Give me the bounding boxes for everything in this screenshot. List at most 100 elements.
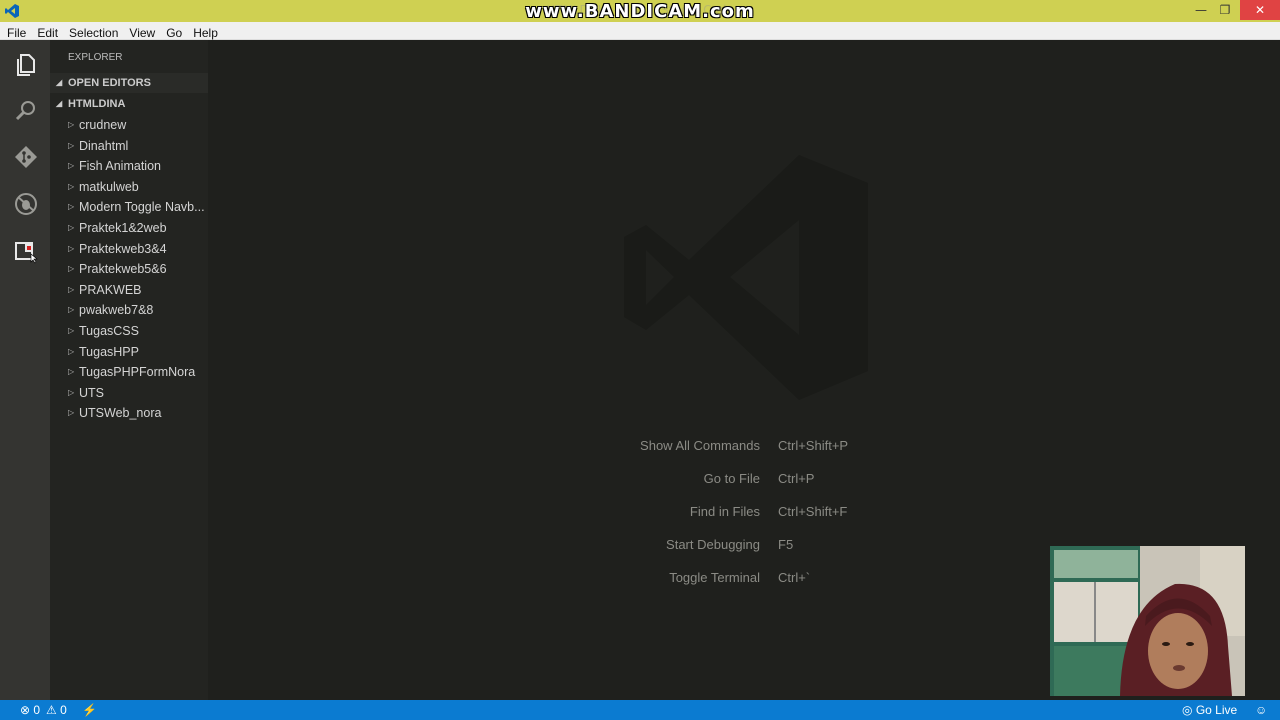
folder-label: matkulweb: [79, 179, 139, 194]
broadcast-icon: ◎: [1182, 703, 1193, 717]
chevron-right-icon: ▷: [68, 346, 75, 356]
folder-label: crudnew: [79, 118, 127, 132]
folder-item[interactable]: ▷ Praktekweb3&4: [50, 239, 208, 259]
shortcut-label: Show All Commands: [640, 438, 760, 453]
folder-label: Praktekweb3&4: [79, 241, 167, 256]
menu-file[interactable]: File: [3, 24, 30, 40]
close-button[interactable]: ✕: [1240, 0, 1280, 20]
folder-label: Dinahtml: [79, 138, 129, 153]
chevron-right-icon: ▷: [68, 284, 75, 294]
chevron-right-icon: ▷: [68, 387, 75, 397]
folder-label: TugasPHPFormNora: [79, 365, 196, 380]
expanded-triangle-icon: ◢: [56, 78, 63, 87]
open-editors-label: OPEN EDITORS: [68, 77, 151, 89]
chevron-right-icon: ▷: [68, 202, 75, 212]
chevron-right-icon: ▷: [68, 120, 75, 129]
folder-item[interactable]: ▷ Praktekweb5&6: [50, 259, 208, 279]
lightning-icon[interactable]: ⚡: [82, 703, 97, 717]
explorer-icon[interactable]: [13, 52, 39, 78]
expanded-triangle-icon: ◢: [56, 99, 63, 108]
folder-item[interactable]: ▷ UTSWeb_nora: [50, 403, 208, 423]
folder-item[interactable]: ▷ PRAKWEB: [50, 280, 208, 300]
chevron-right-icon: ▷: [68, 367, 75, 377]
maximize-button[interactable]: ❐: [1212, 0, 1238, 20]
shortcut-show-all-commands[interactable]: Show All Commands Ctrl+Shift+P: [208, 438, 1280, 458]
shortcut-go-to-file[interactable]: Go to File Ctrl+P: [208, 471, 1280, 491]
chevron-right-icon: ▷: [68, 243, 75, 253]
folder-label: Praktek1&2web: [79, 221, 167, 235]
folder-item[interactable]: ▷ pwakweb7&8: [50, 300, 208, 320]
folder-label: TugasHPP: [79, 344, 139, 359]
chevron-right-icon: ▷: [68, 161, 75, 171]
folder-item[interactable]: ▷ Praktek1&2web: [50, 218, 208, 238]
folder-item[interactable]: ▷ Fish Animation: [50, 156, 208, 176]
source-control-icon[interactable]: [13, 144, 39, 170]
folder-label: PRAKWEB: [79, 282, 142, 297]
shortcut-label: Go to File: [703, 471, 760, 486]
warnings-indicator[interactable]: ⚠ 0: [46, 703, 67, 717]
extensions-icon[interactable]: [13, 238, 39, 264]
minimize-button[interactable]: —: [1188, 0, 1214, 20]
chevron-right-icon: ▷: [68, 181, 75, 191]
open-editors-header[interactable]: ◢ OPEN EDITORS: [50, 73, 208, 93]
title-bar: HTMLDINA - Visual Studio Code www.BANDIC…: [0, 0, 1280, 22]
webcam-feed-image: [1050, 546, 1245, 696]
status-bar: ⊗ 0 ⚠ 0 ⚡ ◎ Go Live ☺: [0, 700, 1280, 720]
explorer-sidebar: EXPLORER ◢ OPEN EDITORS ◢ HTMLDINA ▷ crud…: [50, 40, 208, 700]
folder-label: pwakweb7&8: [79, 303, 154, 318]
error-count: 0: [33, 703, 41, 717]
shortcut-key: Ctrl+Shift+P: [778, 438, 849, 453]
chevron-right-icon: ▷: [68, 408, 75, 418]
webcam-overlay: [1050, 546, 1245, 696]
menu-edit[interactable]: Edit: [33, 24, 62, 40]
chevron-right-icon: ▷: [68, 264, 75, 274]
shortcut-key: Ctrl+P: [778, 471, 815, 486]
warning-count: 0: [60, 703, 67, 717]
folder-label: Modern Toggle Navb...: [79, 200, 205, 215]
folder-item[interactable]: ▷ Modern Toggle Navb...: [50, 197, 208, 217]
search-icon[interactable]: [13, 98, 39, 124]
shortcut-key: Ctrl+`: [778, 570, 811, 585]
go-live-label: Go Live: [1195, 703, 1238, 717]
feedback-smiley-icon[interactable]: ☺: [1255, 703, 1267, 717]
menu-bar: File Edit Selection View Go Help: [0, 22, 1280, 40]
menu-selection[interactable]: Selection: [65, 24, 122, 40]
folder-label: Fish Animation: [79, 159, 161, 174]
vscode-watermark-logo: [624, 155, 868, 400]
shortcut-label: Start Debugging: [666, 537, 760, 552]
folder-item[interactable]: ▷ Dinahtml: [50, 136, 208, 156]
folder-item[interactable]: ▷ UTS: [50, 383, 208, 403]
vscode-window: HTMLDINA - Visual Studio Code www.BANDIC…: [0, 0, 1280, 720]
chevron-right-icon: ▷: [68, 326, 75, 335]
shortcut-key: Ctrl+Shift+F: [778, 504, 848, 519]
folder-label: UTSWeb_nora: [79, 406, 162, 421]
folder-label: UTS: [79, 385, 104, 400]
menu-go[interactable]: Go: [162, 24, 186, 40]
warning-icon: ⚠: [46, 703, 57, 717]
error-icon: ⊗: [20, 703, 31, 717]
shortcut-label: Toggle Terminal: [669, 570, 760, 585]
folder-item[interactable]: ▷ crudnew: [50, 115, 208, 135]
folder-label: Praktekweb5&6: [79, 262, 167, 277]
debug-icon[interactable]: [13, 191, 39, 217]
shortcut-find-in-files[interactable]: Find in Files Ctrl+Shift+F: [208, 504, 1280, 524]
go-live-button[interactable]: ◎ Go Live: [1182, 703, 1237, 717]
shortcut-key: F5: [778, 537, 794, 552]
workspace-root-label: HTMLDINA: [68, 98, 126, 110]
activity-bar: [0, 40, 50, 700]
menu-view[interactable]: View: [125, 24, 159, 40]
errors-indicator[interactable]: ⊗ 0: [20, 703, 40, 717]
folder-item[interactable]: ▷ TugasCSS: [50, 321, 208, 341]
menu-help[interactable]: Help: [189, 24, 222, 40]
folder-item[interactable]: ▷ TugasPHPFormNora: [50, 362, 208, 382]
chevron-right-icon: ▷: [68, 223, 75, 232]
workspace-root-header[interactable]: ◢ HTMLDINA: [50, 94, 208, 114]
folder-item[interactable]: ▷ matkulweb: [50, 177, 208, 197]
shortcut-label: Find in Files: [689, 504, 760, 519]
recording-watermark: www.BANDICAM.com: [525, 1, 755, 22]
chevron-right-icon: ▷: [68, 140, 75, 150]
folder-label: TugasCSS: [79, 324, 139, 338]
explorer-title: EXPLORER: [68, 52, 123, 63]
chevron-right-icon: ▷: [68, 305, 75, 315]
folder-item[interactable]: ▷ TugasHPP: [50, 342, 208, 362]
